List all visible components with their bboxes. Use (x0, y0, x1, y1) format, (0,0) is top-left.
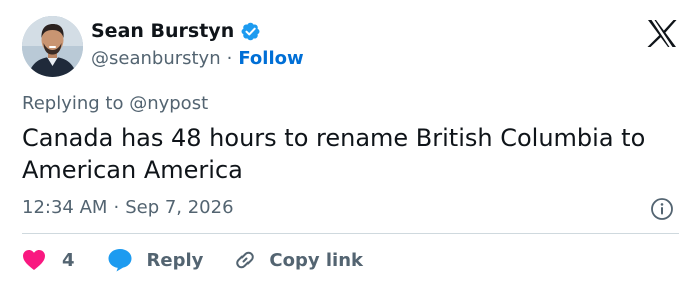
avatar[interactable] (22, 16, 83, 77)
reply-label: Reply (146, 249, 204, 271)
copy-link-label: Copy link (269, 249, 363, 271)
avatar-image (22, 16, 83, 77)
display-name[interactable]: Sean Burstyn (91, 20, 234, 42)
tweet-timestamp[interactable]: 12:34 AM · Sep 7, 2026 (22, 197, 234, 218)
user-handle[interactable]: @seanburstyn (91, 48, 221, 69)
info-icon[interactable] (650, 197, 674, 221)
speech-bubble-icon (108, 249, 132, 272)
divider (22, 233, 679, 234)
author-name-row: Sean Burstyn (91, 20, 261, 42)
handle-separator: · (226, 48, 233, 69)
tweet-time: 12:34 AM (22, 197, 108, 218)
x-logo-icon[interactable] (647, 20, 677, 47)
heart-icon (23, 250, 45, 270)
like-count: 4 (62, 249, 75, 271)
copy-link-button[interactable]: Copy link (233, 248, 363, 272)
verified-badge-icon (240, 21, 261, 42)
action-bar: 4 Reply Copy link (22, 244, 363, 276)
handle-row: @seanburstyn · Follow (91, 48, 304, 69)
reply-button[interactable]: Reply (107, 248, 204, 272)
like-button[interactable]: 4 (22, 249, 75, 271)
meta-separator: · (113, 197, 120, 218)
tweet-date: Sep 7, 2026 (125, 197, 234, 218)
follow-button[interactable]: Follow (238, 48, 303, 69)
link-icon (236, 251, 255, 269)
tweet-text: Canada has 48 hours to rename British Co… (22, 124, 646, 184)
replying-to[interactable]: Replying to @nypost (22, 93, 208, 114)
